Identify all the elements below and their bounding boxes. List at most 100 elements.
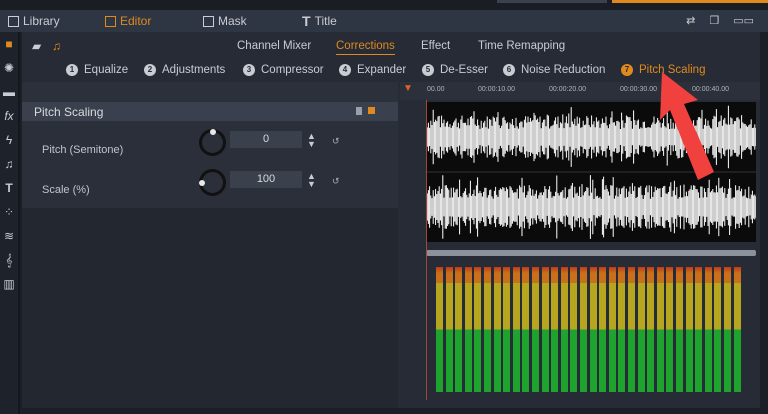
editor-icon <box>105 15 116 27</box>
level-meter-bar <box>733 267 741 392</box>
level-meter-bar <box>532 267 539 392</box>
level-meter-bar <box>551 267 559 392</box>
subtab-de-esser[interactable]: 5 De-Esser <box>422 64 488 76</box>
enable-toggle[interactable] <box>368 107 375 114</box>
level-meter-bar <box>512 267 520 392</box>
subtab-label: Noise Reduction <box>521 64 606 76</box>
level-meter-bar <box>704 267 712 392</box>
tab-label: Library <box>23 14 60 28</box>
tab-title[interactable]: T Title <box>302 13 337 29</box>
tab-mask[interactable]: Mask <box>203 14 247 28</box>
playhead[interactable] <box>426 100 427 400</box>
layers-icon[interactable]: ≋ <box>0 224 18 248</box>
level-meter-bar <box>484 267 491 392</box>
tab-label: Mask <box>218 14 247 28</box>
clef-icon[interactable]: 𝄞 <box>0 248 18 272</box>
level-meter-bar <box>580 267 587 392</box>
effect-settings-panel: Pitch Scaling Pitch (Semitone) 0 ▲ ▼ ↺ Sc… <box>22 82 398 408</box>
panel-toolbar <box>22 82 398 102</box>
level-meter-bar <box>676 267 683 392</box>
color-icon[interactable]: ✺ <box>0 56 18 80</box>
level-meter-bar <box>724 267 731 392</box>
music-icon[interactable]: ♫ <box>0 152 18 176</box>
param-label: Scale (%) <box>42 184 90 196</box>
category-time-remapping[interactable]: Time Remapping <box>478 40 565 52</box>
level-meter-bar <box>503 267 511 392</box>
category-corrections[interactable]: Corrections <box>336 40 395 55</box>
level-meters <box>436 267 742 395</box>
pitch-stepper[interactable]: ▲ ▼ <box>307 132 316 149</box>
level-meter-bar <box>608 267 616 392</box>
level-meter-bar <box>695 267 703 392</box>
effect-header: Pitch Scaling <box>22 102 398 121</box>
effect-title: Pitch Scaling <box>34 105 104 119</box>
subtab-noise-reduction[interactable]: 6 Noise Reduction <box>503 64 605 76</box>
subtab-label: Expander <box>357 64 407 76</box>
popout-icon[interactable]: ❐ <box>709 14 719 27</box>
level-meter-bar <box>560 267 568 392</box>
piano-icon[interactable]: ▥ <box>0 272 18 296</box>
subtab-equalize[interactable]: 1 Equalize <box>66 64 128 76</box>
text-icon[interactable]: T <box>0 176 18 200</box>
tab-label: Title <box>314 14 337 28</box>
subtab-label: Adjustments <box>162 64 226 76</box>
scale-input[interactable]: 100 <box>230 171 302 188</box>
subtab-expander[interactable]: 4 Expander <box>339 64 406 76</box>
audio-icon[interactable]: ♫ <box>52 39 61 53</box>
particles-icon[interactable]: ⁘ <box>0 200 18 224</box>
video-icon[interactable]: ▰ <box>32 39 41 53</box>
step-number: 5 <box>422 64 434 76</box>
level-meter-bar <box>455 267 463 392</box>
top-tab-bar: Library Editor Mask T Title ⇄ ❐ ▭▭ <box>0 10 768 32</box>
step-number: 4 <box>339 64 351 76</box>
level-meter-bar <box>541 267 549 392</box>
subtab-label: Compressor <box>261 64 324 76</box>
pitch-input[interactable]: 0 <box>230 131 302 148</box>
params-area: Pitch (Semitone) 0 ▲ ▼ ↺ Scale (%) 100 ▲ ▼… <box>22 121 398 208</box>
ruler-tick: 00:00:20.00 <box>549 86 586 93</box>
reset-icon[interactable]: ↺ <box>332 136 340 147</box>
level-meter-bar <box>599 267 607 392</box>
level-meter-bar <box>474 267 482 392</box>
subtab-label: Equalize <box>84 64 129 76</box>
transition-icon[interactable]: ϟ <box>0 128 18 152</box>
pitch-knob[interactable] <box>199 129 226 156</box>
level-meter-bar <box>714 267 722 392</box>
level-meter-bar <box>445 267 453 392</box>
title-icon: T <box>302 13 311 29</box>
scale-knob[interactable] <box>199 169 226 196</box>
ruler-tick: 00:00:10.00 <box>478 86 515 93</box>
media-icon[interactable]: ■ <box>0 32 18 56</box>
layout-icon[interactable]: ▭▭ <box>733 14 754 27</box>
level-meter-bar <box>628 267 635 392</box>
tab-library[interactable]: Library <box>8 14 60 28</box>
folder-icon[interactable]: ▬ <box>0 80 18 104</box>
category-effect[interactable]: Effect <box>421 40 450 52</box>
subtab-label: De-Esser <box>440 64 488 76</box>
level-meter-bar <box>647 267 655 392</box>
level-meter-bar <box>656 267 664 392</box>
level-meter-bar <box>522 267 530 392</box>
timeline-scrollbar[interactable] <box>426 250 756 256</box>
level-meter-bar <box>685 267 693 392</box>
fx-icon[interactable]: fx <box>0 104 18 128</box>
title-strip <box>0 0 768 10</box>
tab-label: Editor <box>120 14 152 28</box>
level-meter-bar <box>436 267 443 392</box>
marker-icon[interactable]: ▼ <box>403 83 413 94</box>
level-meter-bar <box>493 267 501 392</box>
step-number: 1 <box>66 64 78 76</box>
left-tool-rail: ■ ✺ ▬ fx ϟ ♫ T ⁘ ≋ 𝄞 ▥ <box>0 32 20 414</box>
reset-icon[interactable]: ↺ <box>332 176 340 187</box>
category-channel-mixer[interactable]: Channel Mixer <box>237 40 311 52</box>
link-icon[interactable]: ⇄ <box>686 14 695 27</box>
trash-icon[interactable] <box>356 107 362 115</box>
level-meter-bar <box>666 267 674 392</box>
step-number: 7 <box>621 64 633 76</box>
subtab-adjustments[interactable]: 2 Adjustments <box>144 64 225 76</box>
step-number: 2 <box>144 64 156 76</box>
scale-stepper[interactable]: ▲ ▼ <box>307 172 316 189</box>
library-icon <box>8 15 19 27</box>
subtab-compressor[interactable]: 3 Compressor <box>243 64 324 76</box>
tab-editor[interactable]: Editor <box>105 14 151 28</box>
